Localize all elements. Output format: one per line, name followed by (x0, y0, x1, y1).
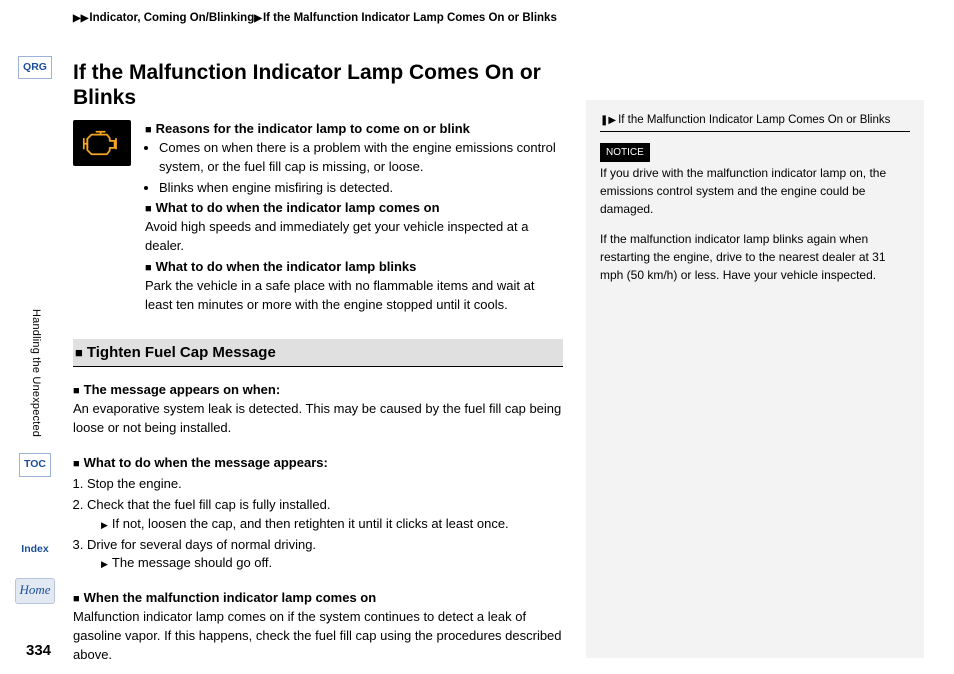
step-item: Drive for several days of normal driving… (87, 536, 563, 574)
when-lamp-comeson-header: When the malfunction indicator lamp come… (73, 589, 563, 608)
blinks-header: What to do when the indicator lamp blink… (145, 258, 563, 277)
what-to-do-header: What to do when the message appears: (73, 454, 563, 473)
nav-home-button[interactable]: Home (15, 578, 55, 604)
notice-badge: NOTICE (600, 143, 650, 162)
page-number: 334 (26, 640, 51, 662)
page-title: If the Malfunction Indicator Lamp Comes … (73, 60, 563, 110)
step-sub: The message should go off. (87, 554, 563, 573)
tighten-fuel-cap-heading: ■Tighten Fuel Cap Message (73, 339, 563, 368)
when-lamp-comeson-text: Malfunction indicator lamp comes on if t… (73, 608, 563, 665)
reasons-header: Reasons for the indicator lamp to come o… (145, 120, 563, 139)
comeson-text: Avoid high speeds and immediately get yo… (145, 218, 563, 256)
check-engine-icon (73, 120, 131, 166)
list-item: Blinks when engine misfiring is detected… (159, 179, 563, 198)
step-text: Check that the fuel fill cap is fully in… (87, 497, 331, 512)
nav-index-button[interactable]: Index (17, 539, 52, 560)
breadcrumb-seg1: Indicator, Coming On/Blinking (89, 12, 254, 24)
side-paragraph: If the malfunction indicator lamp blinks… (600, 230, 910, 284)
nav-qrg-button[interactable]: QRG (18, 56, 52, 79)
breadcrumb-seg2: If the Malfunction Indicator Lamp Comes … (263, 12, 557, 24)
comeson-header: What to do when the indicator lamp comes… (145, 199, 563, 218)
breadcrumb-arrow-icon: ▶▶ (73, 13, 88, 24)
message-appears-header: The message appears on when: (73, 381, 563, 400)
nav-column: QRG Handling the Unexpected TOC Index Ho… (15, 56, 55, 604)
side-note: ❚▶If the Malfunction Indicator Lamp Come… (586, 100, 924, 658)
step-text: Drive for several days of normal driving… (87, 537, 316, 552)
breadcrumb-arrow-icon: ▶ (254, 13, 262, 24)
message-appears-text: An evaporative system leak is detected. … (73, 400, 563, 438)
step-item: Check that the fuel fill cap is fully in… (87, 496, 563, 534)
nav-toc-button[interactable]: TOC (19, 453, 51, 476)
side-arrow-icon: ❚▶ (600, 115, 616, 126)
reasons-list: Comes on when there is a problem with th… (145, 139, 563, 198)
section-bar-label: Tighten Fuel Cap Message (87, 344, 276, 361)
main-content: Reasons for the indicator lamp to come o… (73, 120, 563, 667)
blinks-text: Park the vehicle in a safe place with no… (145, 277, 563, 315)
step-item: Stop the engine. (87, 475, 563, 494)
side-paragraph: If you drive with the malfunction indica… (600, 164, 910, 218)
side-title-text: If the Malfunction Indicator Lamp Comes … (618, 114, 890, 126)
step-sub: If not, loosen the cap, and then retight… (87, 515, 563, 534)
steps-list: Stop the engine. Check that the fuel fil… (73, 475, 563, 573)
breadcrumb: ▶▶Indicator, Coming On/Blinking▶If the M… (73, 10, 557, 27)
list-item: Comes on when there is a problem with th… (159, 139, 563, 177)
side-title: ❚▶If the Malfunction Indicator Lamp Come… (600, 112, 910, 132)
chapter-label: Handling the Unexpected (27, 309, 43, 437)
step-text: Stop the engine. (87, 476, 182, 491)
